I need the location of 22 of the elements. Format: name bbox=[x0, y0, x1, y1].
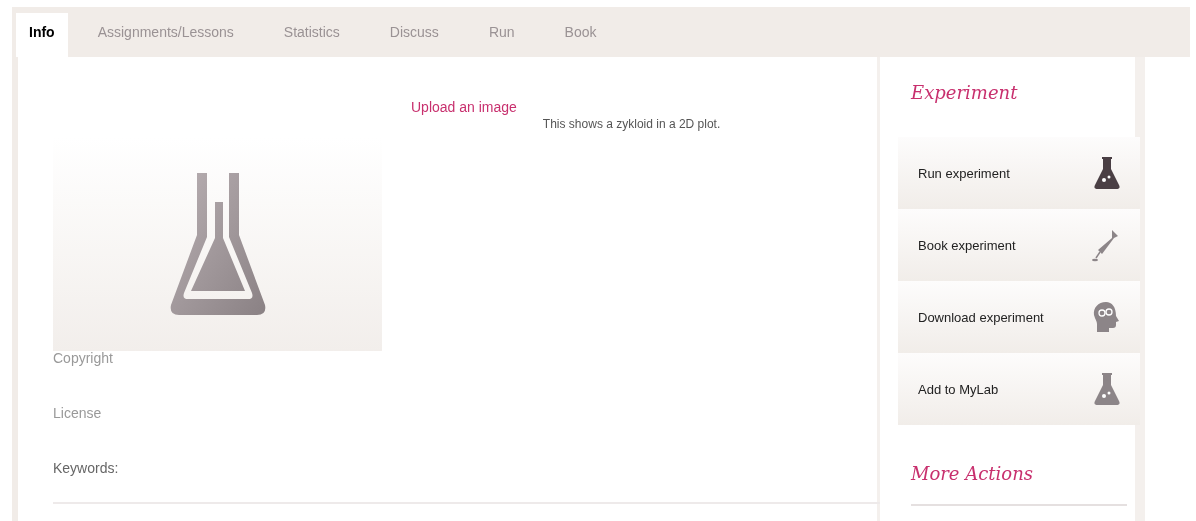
sidebar-heading: More Actions bbox=[911, 463, 1033, 484]
dropper-icon bbox=[1090, 228, 1120, 262]
description-text: This shows a zykloid in a 2D plot. bbox=[542, 117, 721, 131]
head-icon bbox=[1092, 301, 1120, 333]
flask-icon bbox=[1094, 372, 1120, 406]
tab[interactable]: Statistics bbox=[258, 13, 365, 57]
field-label: License bbox=[53, 405, 103, 423]
field-label: Copyright bbox=[53, 350, 114, 368]
action-button[interactable]: Book experiment bbox=[898, 209, 1140, 281]
upload-image-link[interactable]: Upload an image bbox=[411, 99, 517, 115]
action-button[interactable]: Add to MyLab bbox=[898, 353, 1140, 425]
tab[interactable]: Book bbox=[539, 13, 622, 57]
tab[interactable]: Run bbox=[463, 13, 540, 57]
tab[interactable]: Assignments/Lessons bbox=[72, 13, 259, 57]
action-button[interactable]: Download experiment bbox=[898, 281, 1140, 353]
sidebar-heading: Experiment bbox=[911, 82, 1018, 103]
flask-icon bbox=[1094, 156, 1120, 190]
flask-icon bbox=[169, 173, 266, 315]
action-button[interactable]: Run experiment bbox=[898, 137, 1140, 209]
tab[interactable]: Discuss bbox=[364, 13, 464, 57]
field-label: Keywords: bbox=[53, 460, 120, 478]
tab[interactable]: Info bbox=[16, 13, 68, 57]
